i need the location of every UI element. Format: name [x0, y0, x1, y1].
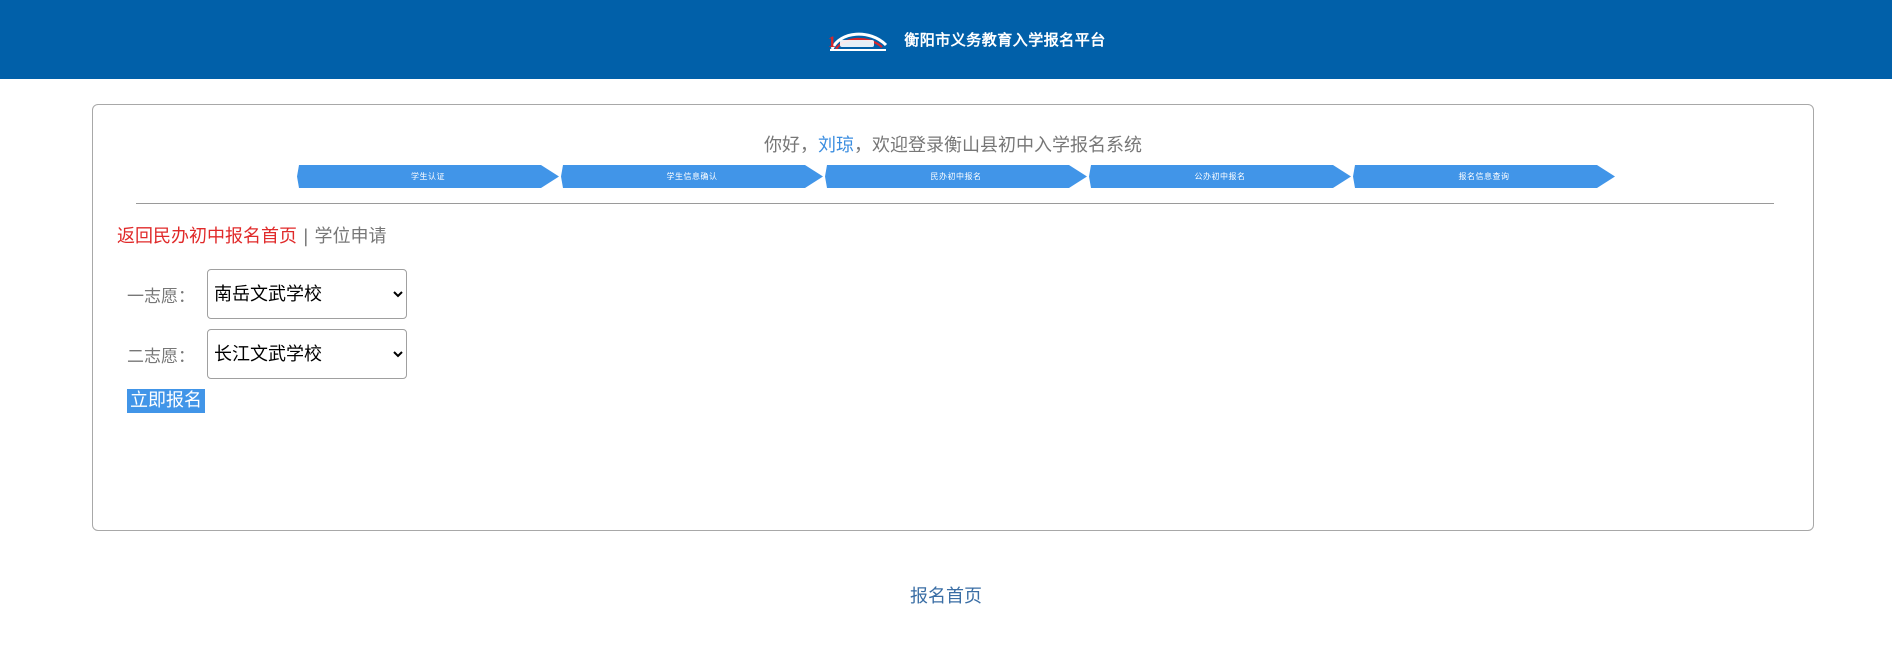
- step-label: 民办初中报名: [930, 172, 982, 181]
- welcome-message: 你好，刘琼，欢迎登录衡山县初中入学报名系统: [93, 131, 1813, 157]
- top-header: 1 衡阳市义务教育入学报名平台: [0, 0, 1892, 79]
- second-choice-label: 二志愿：: [127, 346, 195, 367]
- degree-application-link[interactable]: 学位申请: [315, 226, 387, 247]
- first-choice-label: 一志愿：: [127, 286, 195, 307]
- second-choice-row: 二志愿： 长江文武学校: [127, 329, 407, 379]
- breadcrumb-links: 返回民办初中报名首页 | 学位申请: [117, 222, 387, 248]
- header-brand: 1 衡阳市义务教育入学报名平台: [826, 27, 1106, 53]
- second-choice-select[interactable]: 长江文武学校: [207, 329, 407, 379]
- svg-text:1: 1: [828, 34, 836, 51]
- step-info-confirm[interactable]: 学生信息确认: [561, 165, 823, 188]
- welcome-suffix: ，欢迎登录衡山县初中入学报名系统: [854, 135, 1142, 156]
- main-panel: 你好，刘琼，欢迎登录衡山县初中入学报名系统 学生认证 学生信息确认 民办初中报名…: [92, 104, 1814, 531]
- step-student-auth[interactable]: 学生认证: [297, 165, 559, 188]
- registration-home-link[interactable]: 报名首页: [0, 582, 1892, 608]
- section-divider: [136, 203, 1774, 204]
- register-now-button[interactable]: 立即报名: [127, 389, 205, 413]
- step-navigation: 学生认证 学生信息确认 民办初中报名 公办初中报名 报名信息查询: [297, 165, 1617, 189]
- step-registration-query[interactable]: 报名信息查询: [1353, 165, 1615, 188]
- first-choice-select[interactable]: 南岳文武学校: [207, 269, 407, 319]
- step-label: 学生信息确认: [666, 172, 718, 181]
- welcome-prefix: 你好，: [764, 135, 818, 156]
- site-title: 衡阳市义务教育入学报名平台: [904, 31, 1106, 49]
- step-private-registration[interactable]: 民办初中报名: [825, 165, 1087, 188]
- back-to-private-home-link[interactable]: 返回民办初中报名首页: [117, 226, 297, 247]
- step-public-registration[interactable]: 公办初中报名: [1089, 165, 1351, 188]
- step-label: 报名信息查询: [1458, 172, 1510, 181]
- platform-logo-icon: 1: [828, 32, 888, 51]
- user-name: 刘琼: [818, 135, 854, 156]
- step-label: 公办初中报名: [1194, 172, 1246, 181]
- first-choice-row: 一志愿： 南岳文武学校: [127, 269, 407, 319]
- link-separator: |: [297, 226, 315, 247]
- step-label: 学生认证: [411, 172, 445, 181]
